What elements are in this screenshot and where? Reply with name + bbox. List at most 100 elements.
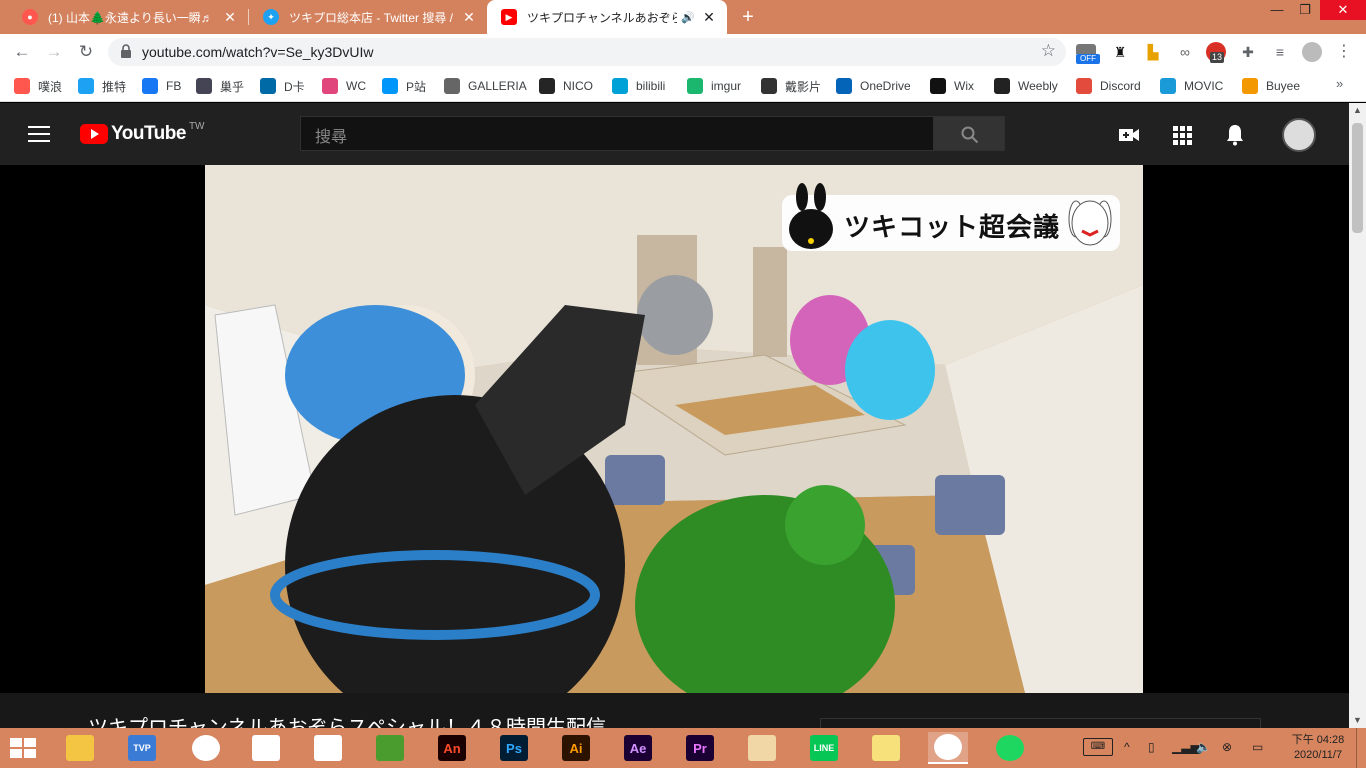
bookmark-item[interactable]: OneDrive: [836, 76, 911, 96]
ime-icon[interactable]: ▭: [1252, 740, 1263, 754]
bookmark-item[interactable]: 噗浪: [14, 76, 62, 96]
twitter-icon: [78, 78, 94, 94]
address-bar[interactable]: youtube.com/watch?v=Se_ky3DvUIw ☆: [108, 38, 1066, 66]
off-badge: OFF: [1076, 54, 1100, 64]
new-tab-button[interactable]: +: [737, 5, 759, 29]
bookmark-label: OneDrive: [860, 79, 911, 93]
tab-3-active[interactable]: ▶ ツキプロチャンネルあおぞら 🔊 ✕: [487, 0, 727, 34]
apps-grid-icon[interactable]: [1170, 123, 1194, 147]
bookmark-label: 巢乎: [220, 79, 245, 94]
scroll-up-icon[interactable]: ▲: [1352, 105, 1363, 115]
taskbar-app-clip-studio-1[interactable]: [246, 732, 286, 764]
bookmark-label: D卡: [284, 79, 305, 94]
hat-extension-icon[interactable]: ♜: [1110, 42, 1130, 62]
count-badge: 13: [1210, 52, 1225, 63]
taskbar-app-line[interactable]: LINE: [804, 732, 844, 764]
taskbar-app-after-effects[interactable]: Ae: [618, 732, 658, 764]
puzzle-icon[interactable]: ✚: [1238, 42, 1258, 62]
minimize-icon[interactable]: —: [1262, 0, 1292, 20]
close-icon[interactable]: ✕: [222, 9, 238, 26]
mute-status-icon[interactable]: ⊗: [1222, 740, 1232, 754]
notification-extension-icon[interactable]: 13: [1206, 42, 1226, 63]
bookmark-item[interactable]: 推特: [78, 76, 126, 96]
bookmark-item[interactable]: WC: [322, 76, 366, 96]
taskbar-app-paint[interactable]: [742, 732, 782, 764]
extension-off-icon[interactable]: OFF: [1076, 42, 1100, 64]
bookmark-item[interactable]: imgur: [687, 76, 741, 96]
tab-title: (1) 山本🌲永遠より長い一瞬♬: [48, 10, 213, 25]
windows-start-icon[interactable]: [8, 736, 38, 760]
after-effects-icon: Ae: [624, 735, 652, 761]
youtube-header: YouTube TW 搜尋: [0, 103, 1349, 165]
tab-strip: ● (1) 山本🌲永遠より長い一瞬♬ ✕ ✦ ツキプロ総本店 - Twitter…: [0, 0, 1366, 34]
tab-1[interactable]: ● (1) 山本🌲永遠より長い一瞬♬ ✕: [8, 0, 248, 34]
menu-dots-icon[interactable]: ⋮: [1334, 42, 1354, 62]
forward-icon[interactable]: →: [42, 40, 66, 64]
restore-icon[interactable]: ❐: [1290, 0, 1320, 20]
youtube-icon: ▶: [501, 9, 517, 25]
taskbar-app-chrome-active[interactable]: [928, 732, 968, 764]
back-icon[interactable]: ←: [10, 40, 34, 64]
chrome-active-icon: [934, 734, 962, 760]
taskbar-app-chrome[interactable]: [186, 732, 226, 764]
create-video-icon[interactable]: [1117, 123, 1141, 147]
bookmark-item[interactable]: Discord: [1076, 76, 1141, 96]
bookmark-item[interactable]: 巢乎: [196, 76, 244, 96]
taskbar-app-file-explorer[interactable]: [60, 732, 100, 764]
bookmark-item[interactable]: P站: [382, 76, 426, 96]
chart-extension-icon[interactable]: ▙: [1143, 42, 1163, 62]
youtube-logo[interactable]: YouTube TW: [80, 121, 205, 145]
taskbar-app-tennis-app[interactable]: [370, 732, 410, 764]
taskbar-app-illustrator[interactable]: Ai: [556, 732, 596, 764]
hamburger-menu-icon[interactable]: [28, 126, 50, 142]
bookmark-item[interactable]: FB: [142, 76, 181, 96]
bookmark-label: MOVIC: [1184, 79, 1224, 93]
taskbar-app-sticky[interactable]: [866, 732, 906, 764]
bookmark-star-icon[interactable]: ☆: [1041, 41, 1056, 61]
bookmark-item[interactable]: Wix: [930, 76, 974, 96]
bookmark-item[interactable]: D卡: [260, 76, 305, 96]
volume-icon[interactable]: 🔈: [1196, 740, 1211, 754]
search-input[interactable]: 搜尋: [300, 116, 934, 151]
notifications-bell-icon[interactable]: [1223, 123, 1247, 147]
taskbar-app-animate[interactable]: An: [432, 732, 472, 764]
account-avatar[interactable]: [1282, 118, 1316, 152]
taskbar-app-clip-studio-2[interactable]: [308, 732, 348, 764]
profile-icon[interactable]: [1302, 42, 1322, 62]
more-bookmarks-icon[interactable]: »: [1336, 76, 1343, 91]
chrome-icon: [192, 735, 220, 761]
taskbar-app-tvp[interactable]: TVP: [122, 732, 162, 764]
pixiv-icon: [382, 78, 398, 94]
bookmark-item[interactable]: 戴影片: [761, 76, 821, 96]
bookmark-item[interactable]: Buyee: [1242, 76, 1300, 96]
speaker-icon[interactable]: 🔊: [681, 11, 695, 24]
bookmark-item[interactable]: bilibili: [612, 76, 665, 96]
taskbar-app-photoshop[interactable]: Ps: [494, 732, 534, 764]
taskbar-app-premiere[interactable]: Pr: [680, 732, 720, 764]
search-button[interactable]: [933, 116, 1005, 151]
wix-icon: [930, 78, 946, 94]
show-desktop-button[interactable]: [1356, 728, 1366, 768]
link-extension-icon[interactable]: ∞: [1175, 42, 1195, 62]
keyboard-icon[interactable]: ⌨: [1083, 738, 1113, 756]
page-scrollbar[interactable]: ▲ ▼: [1349, 103, 1366, 728]
tab-2[interactable]: ✦ ツキプロ総本店 - Twitter 搜尋 / ✕: [249, 0, 487, 34]
media-control-icon[interactable]: ≡: [1270, 42, 1290, 62]
dcard-icon: [260, 78, 276, 94]
bookmark-item[interactable]: NICO: [539, 76, 593, 96]
close-icon[interactable]: ✕: [461, 9, 477, 26]
bookmark-item[interactable]: MOVIC: [1160, 76, 1223, 96]
bookmark-label: 推特: [102, 79, 127, 94]
system-clock[interactable]: 下午 04:28 2020/11/7: [1286, 733, 1350, 763]
bookmark-item[interactable]: GALLERIA: [444, 76, 527, 96]
show-hidden-icons[interactable]: ^: [1124, 740, 1130, 754]
bookmark-item[interactable]: Weebly: [994, 76, 1058, 96]
device-icon[interactable]: ▯: [1148, 740, 1155, 754]
scroll-down-icon[interactable]: ▼: [1352, 715, 1363, 725]
youtube-wordmark: YouTube: [111, 123, 186, 144]
window-close-icon[interactable]: ✕: [1320, 0, 1366, 20]
close-icon[interactable]: ✕: [701, 9, 717, 26]
taskbar-app-spotify[interactable]: [990, 732, 1030, 764]
reload-icon[interactable]: ↻: [74, 40, 98, 64]
scrollbar-thumb[interactable]: [1352, 123, 1363, 233]
